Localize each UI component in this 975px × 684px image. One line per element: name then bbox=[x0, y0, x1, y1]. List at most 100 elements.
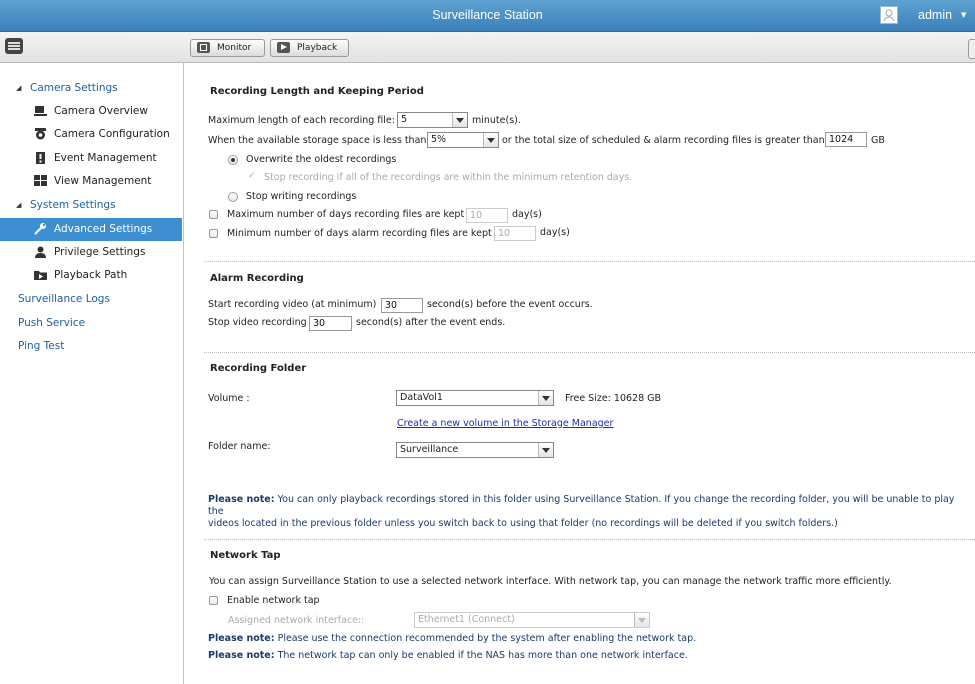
interface-value: Ethernet1 (Connect) bbox=[418, 614, 515, 625]
collapse-arrow-icon: ◢ bbox=[16, 84, 22, 92]
sidebar-item-label: Camera Configuration bbox=[54, 128, 170, 140]
sidebar-item-advanced-settings[interactable]: Advanced Settings bbox=[0, 218, 182, 241]
note-text: Please use the connection recommended by… bbox=[277, 633, 697, 644]
stop-if-retention-label: Stop recording if all of the recordings … bbox=[264, 172, 633, 183]
section-title-network-tap: Network Tap bbox=[210, 550, 281, 561]
wrench-icon bbox=[34, 223, 46, 235]
alarm-stop-input[interactable] bbox=[309, 316, 352, 331]
chevron-down-icon bbox=[538, 391, 553, 405]
user-avatar-icon[interactable] bbox=[880, 6, 898, 24]
max-length-value: 5 bbox=[401, 114, 408, 125]
chevron-down-icon bbox=[538, 443, 553, 457]
max-length-select[interactable]: 5 bbox=[397, 112, 468, 128]
sidebar-group-label: Camera Settings bbox=[30, 82, 118, 94]
camera-overview-icon bbox=[34, 106, 47, 116]
alarm-start-post: second(s) before the event occurs. bbox=[427, 299, 593, 310]
chevron-down-icon bbox=[483, 133, 498, 147]
section-divider bbox=[204, 261, 975, 262]
network-tap-note-1: Please note: Please use the connection r… bbox=[208, 633, 696, 644]
note-line: You can only playback recordings stored … bbox=[208, 494, 955, 517]
min-days-label: Minimum number of days alarm recording f… bbox=[227, 228, 492, 239]
sidebar-group-label: System Settings bbox=[30, 199, 116, 211]
sidebar-item-label: Playback Path bbox=[54, 269, 128, 281]
sidebar-item-push-service[interactable]: Push Service bbox=[0, 312, 182, 334]
folder-name-label: Folder name: bbox=[208, 441, 271, 452]
sidebar-item-privilege-settings[interactable]: Privilege Settings bbox=[0, 241, 182, 263]
playback-button[interactable]: Playback bbox=[270, 39, 349, 57]
min-days-unit: day(s) bbox=[540, 227, 570, 238]
max-days-input[interactable] bbox=[466, 208, 508, 223]
monitor-label: Monitor bbox=[217, 43, 252, 53]
sidebar-item-label: Ping Test bbox=[18, 340, 65, 352]
min-days-checkbox[interactable] bbox=[209, 229, 218, 238]
storage-size-input[interactable] bbox=[825, 132, 867, 147]
sidebar: ◢ Camera Settings Camera Overview Camera… bbox=[0, 63, 184, 684]
storage-size-unit: GB bbox=[871, 135, 885, 146]
max-days-checkbox[interactable] bbox=[209, 210, 218, 219]
menu-toggle-icon[interactable] bbox=[5, 38, 23, 54]
enable-network-tap-checkbox[interactable] bbox=[209, 596, 218, 605]
retention-check-icon: ✓ bbox=[248, 171, 256, 181]
sidebar-item-label: Surveillance Logs bbox=[18, 293, 110, 305]
chevron-down-icon bbox=[634, 613, 649, 627]
volume-label: Volume : bbox=[208, 393, 250, 404]
overwrite-radio[interactable] bbox=[228, 155, 238, 165]
storage-percent-select[interactable]: 5% bbox=[427, 132, 499, 148]
volume-select[interactable]: DataVol1 bbox=[396, 390, 554, 406]
sidebar-item-surveillance-logs[interactable]: Surveillance Logs bbox=[0, 288, 182, 310]
interface-label: Assigned network interface:: bbox=[228, 615, 365, 626]
note-text: The network tap can only be enabled if t… bbox=[277, 650, 688, 661]
sidebar-item-view-management[interactable]: View Management bbox=[0, 170, 182, 192]
sidebar-group-camera-settings[interactable]: ◢ Camera Settings bbox=[0, 77, 182, 99]
interface-select[interactable]: Ethernet1 (Connect) bbox=[414, 612, 650, 628]
sidebar-item-label: View Management bbox=[54, 175, 152, 187]
create-volume-link[interactable]: Create a new volume in the Storage Manag… bbox=[397, 418, 613, 429]
storage-label-mid: or the total size of scheduled & alarm r… bbox=[502, 135, 825, 146]
folder-name-select[interactable]: Surveillance bbox=[396, 442, 554, 458]
sidebar-item-camera-overview[interactable]: Camera Overview bbox=[0, 100, 182, 122]
user-menu-caret-icon[interactable]: ▼ bbox=[961, 11, 966, 19]
section-divider bbox=[204, 539, 975, 540]
monitor-button[interactable]: Monitor bbox=[190, 39, 265, 57]
sidebar-item-camera-configuration[interactable]: Camera Configuration bbox=[0, 123, 182, 145]
section-title-recording-folder: Recording Folder bbox=[210, 363, 307, 374]
note-line: videos located in the previous folder un… bbox=[208, 518, 838, 529]
alarm-start-input[interactable] bbox=[381, 298, 423, 313]
stop-writing-radio[interactable] bbox=[228, 192, 238, 202]
sidebar-item-event-management[interactable]: Event Management bbox=[0, 147, 182, 169]
app-title: Surveillance Station bbox=[432, 8, 543, 22]
alarm-stop-post: second(s) after the event ends. bbox=[356, 317, 506, 328]
sidebar-item-playback-path[interactable]: Playback Path bbox=[0, 264, 182, 286]
chevron-down-icon bbox=[452, 113, 467, 127]
user-name[interactable]: admin bbox=[918, 8, 952, 22]
event-management-icon bbox=[36, 152, 45, 164]
storage-label-pre: When the available storage space is less… bbox=[208, 135, 427, 146]
sidebar-item-label: Advanced Settings bbox=[54, 223, 153, 235]
playback-label: Playback bbox=[297, 43, 338, 53]
max-days-label: Maximum number of days recording files a… bbox=[227, 209, 465, 220]
free-size-text: Free Size: 10628 GB bbox=[565, 393, 662, 404]
folder-name-value: Surveillance bbox=[400, 444, 459, 455]
max-length-label: Maximum length of each recording file: bbox=[208, 115, 395, 126]
enable-network-tap-label: Enable network tap bbox=[227, 595, 320, 606]
section-divider bbox=[204, 352, 975, 353]
sidebar-group-system-settings[interactable]: ◢ System Settings bbox=[0, 194, 182, 216]
note-prefix: Please note: bbox=[208, 650, 275, 661]
collapse-arrow-icon: ◢ bbox=[16, 201, 22, 209]
main-panel: Recording Length and Keeping Period Maxi… bbox=[184, 63, 975, 684]
alarm-stop-pre: Stop video recording bbox=[208, 317, 307, 328]
sidebar-item-ping-test[interactable]: Ping Test bbox=[0, 335, 182, 357]
network-tap-note-2: Please note: The network tap can only be… bbox=[208, 650, 688, 661]
toolbar: Monitor Playback bbox=[0, 32, 975, 63]
note-prefix: Please note: bbox=[208, 494, 275, 505]
network-tap-description: You can assign Surveillance Station to u… bbox=[209, 576, 892, 587]
max-days-unit: day(s) bbox=[512, 209, 542, 220]
play-icon bbox=[277, 42, 290, 53]
overwrite-label: Overwrite the oldest recordings bbox=[246, 154, 397, 165]
sidebar-item-label: Camera Overview bbox=[54, 105, 148, 117]
max-length-unit: minute(s). bbox=[472, 115, 521, 126]
min-days-input[interactable] bbox=[494, 226, 536, 241]
storage-percent-value: 5% bbox=[431, 134, 447, 145]
toolbar-right-button[interactable] bbox=[968, 39, 975, 59]
monitor-icon bbox=[197, 42, 210, 53]
